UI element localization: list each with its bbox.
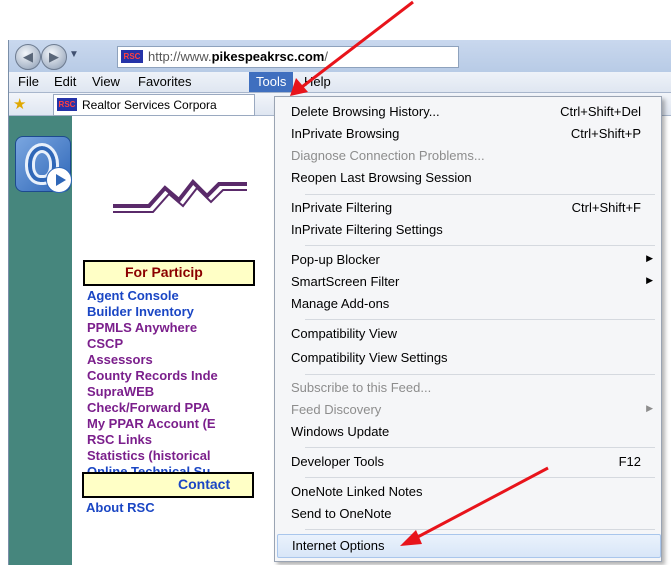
link-statistics[interactable]: Statistics (historical	[87, 448, 218, 464]
menu-item-label: SmartScreen Filter	[291, 274, 400, 289]
menu-item-shortcut: Ctrl+Shift+Del	[560, 104, 641, 119]
address-bar[interactable]: RSC http://www.pikespeakrsc.com/	[117, 46, 459, 68]
menu-item-inprivate-filtering[interactable]: InPrivate Filtering Ctrl+Shift+F	[277, 197, 659, 219]
link-my-ppar-account[interactable]: My PPAR Account (E	[87, 416, 218, 432]
menu-file[interactable]: File	[11, 72, 46, 92]
tab-title: Realtor Services Corpora	[82, 98, 217, 112]
menu-item-feed-discovery: Feed Discovery ▶	[277, 399, 659, 421]
menu-item-label: InPrivate Filtering	[291, 200, 393, 215]
fingerprint-login-icon[interactable]	[15, 136, 72, 193]
menu-item-label: Subscribe to this Feed...	[291, 380, 432, 395]
menu-item-label: Manage Add-ons	[291, 296, 390, 311]
link-agent-console[interactable]: Agent Console	[87, 288, 218, 304]
menu-item-label: Diagnose Connection Problems...	[291, 148, 485, 163]
back-arrow-icon: ◀	[23, 49, 33, 64]
menu-favorites[interactable]: Favorites	[131, 72, 198, 92]
menu-item-label: Pop-up Blocker	[291, 252, 380, 267]
menu-item-label: InPrivate Filtering Settings	[291, 222, 443, 237]
contact-header: Contact	[82, 472, 254, 498]
menu-item-inprivate-browsing[interactable]: InPrivate Browsing Ctrl+Shift+P	[277, 123, 659, 145]
menu-separator	[305, 374, 655, 375]
menu-item-label: Feed Discovery	[291, 402, 382, 417]
forward-arrow-icon: ▶	[49, 49, 59, 64]
menu-separator	[305, 245, 655, 246]
submenu-arrow-icon: ▶	[646, 403, 653, 413]
menu-item-manage-addons[interactable]: Manage Add-ons	[277, 293, 659, 315]
site-favicon-icon: RSC	[121, 50, 143, 63]
menu-separator	[305, 319, 655, 320]
menu-item-label: InPrivate Browsing	[291, 126, 400, 141]
menu-item-internet-options[interactable]: Internet Options	[277, 534, 661, 558]
url-prefix: http://www.	[148, 49, 212, 64]
link-rsc-links[interactable]: RSC Links	[87, 432, 218, 448]
url-domain: pikespeakrsc.com	[211, 49, 325, 64]
menu-view[interactable]: View	[85, 72, 127, 92]
menu-item-send-to-onenote[interactable]: Send to OneNote	[277, 503, 659, 525]
menu-item-shortcut: F12	[618, 454, 641, 469]
menu-item-reopen-session[interactable]: Reopen Last Browsing Session	[277, 167, 659, 189]
menu-item-label: OneNote Linked Notes	[291, 484, 423, 499]
menu-item-subscribe-feed: Subscribe to this Feed...	[277, 377, 659, 399]
menu-separator	[305, 194, 655, 195]
history-dropdown-icon[interactable]: ▼	[69, 49, 79, 60]
menu-item-label: Windows Update	[291, 424, 390, 439]
link-assessors[interactable]: Assessors	[87, 352, 218, 368]
menu-item-compatibility-view-settings[interactable]: Compatibility View Settings	[277, 347, 659, 369]
menu-tools[interactable]: Tools	[249, 72, 294, 92]
link-cscp[interactable]: CSCP	[87, 336, 218, 352]
menu-item-label: Developer Tools	[291, 454, 384, 469]
title-bar: ◀ ▶ ▼ RSC http://www.pikespeakrsc.com/	[9, 40, 671, 72]
tools-dropdown-menu: Delete Browsing History... Ctrl+Shift+Del…	[274, 96, 662, 562]
link-check-forward[interactable]: Check/Forward PPA	[87, 400, 218, 416]
menu-item-label: Internet Options	[292, 538, 385, 553]
link-supraweb[interactable]: SupraWEB	[87, 384, 218, 400]
site-logo	[113, 178, 247, 213]
left-sidebar	[9, 116, 72, 565]
address-url[interactable]: http://www.pikespeakrsc.com/	[148, 49, 328, 64]
menu-edit[interactable]: Edit	[47, 72, 83, 92]
menu-item-onenote-linked-notes[interactable]: OneNote Linked Notes	[277, 481, 659, 503]
contact-header-text: Contact	[178, 476, 231, 492]
menu-item-delete-history[interactable]: Delete Browsing History... Ctrl+Shift+Del	[277, 101, 659, 123]
url-suffix: /	[324, 49, 328, 64]
link-county-records[interactable]: County Records Inde	[87, 368, 218, 384]
link-builder-inventory[interactable]: Builder Inventory	[87, 304, 218, 320]
browser-tab[interactable]: RSC Realtor Services Corpora	[53, 94, 255, 116]
menu-item-label: Compatibility View	[291, 326, 397, 341]
menu-separator	[305, 529, 655, 530]
menu-separator	[305, 477, 655, 478]
menu-separator	[305, 447, 655, 448]
link-ppmls-anywhere[interactable]: PPMLS Anywhere	[87, 320, 218, 336]
menu-item-label: Compatibility View Settings	[291, 350, 448, 365]
participants-header: For Particip	[83, 260, 255, 286]
menu-bar: File Edit View Favorites Tools Help	[9, 72, 671, 93]
menu-item-label: Delete Browsing History...	[291, 104, 440, 119]
menu-item-inprivate-filtering-settings[interactable]: InPrivate Filtering Settings	[277, 219, 659, 241]
menu-item-compatibility-view[interactable]: Compatibility View	[277, 323, 659, 345]
menu-item-developer-tools[interactable]: Developer Tools F12	[277, 451, 659, 473]
menu-item-label: Reopen Last Browsing Session	[291, 170, 472, 185]
submenu-arrow-icon: ▶	[646, 275, 653, 285]
submenu-arrow-icon: ▶	[646, 253, 653, 263]
contact-links: About RSC	[86, 500, 155, 516]
participants-header-text: For Particip	[125, 264, 203, 280]
favorites-star-icon[interactable]: ★	[13, 95, 26, 113]
forward-button[interactable]: ▶	[41, 44, 67, 70]
menu-item-label: Send to OneNote	[291, 506, 392, 521]
tab-favicon-icon: RSC	[57, 98, 77, 111]
play-icon	[46, 167, 72, 193]
menu-item-smartscreen[interactable]: SmartScreen Filter ▶	[277, 271, 659, 293]
link-about-rsc[interactable]: About RSC	[86, 500, 155, 516]
back-button[interactable]: ◀	[15, 44, 41, 70]
menu-item-shortcut: Ctrl+Shift+P	[570, 126, 641, 141]
menu-item-shortcut: Ctrl+Shift+F	[571, 200, 641, 215]
menu-item-diagnose-connection: Diagnose Connection Problems...	[277, 145, 659, 167]
participant-links: Agent Console Builder Inventory PPMLS An…	[87, 288, 218, 480]
menu-help[interactable]: Help	[297, 72, 338, 92]
menu-item-popup-blocker[interactable]: Pop-up Blocker ▶	[277, 249, 659, 271]
menu-item-windows-update[interactable]: Windows Update	[277, 421, 659, 443]
